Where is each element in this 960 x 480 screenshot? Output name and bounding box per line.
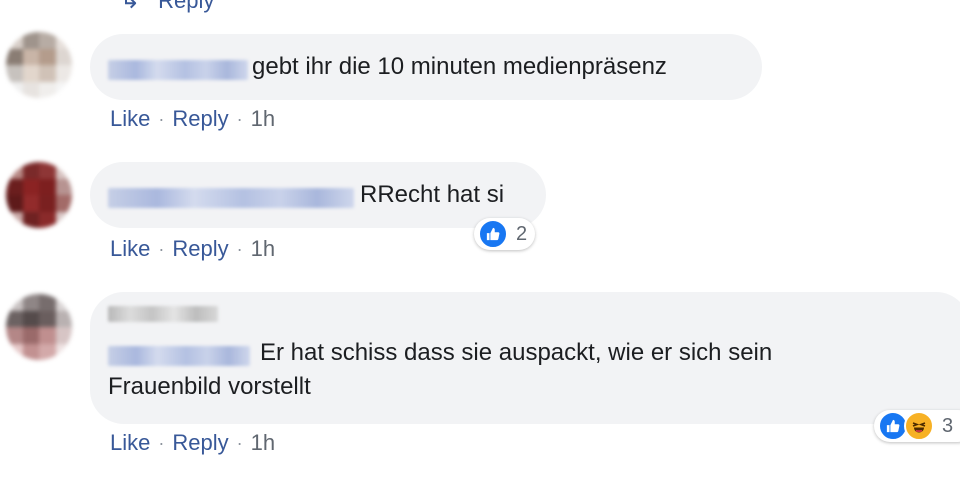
like-link[interactable]: Like — [110, 106, 150, 132]
author-meta-blurred — [108, 306, 218, 322]
separator-dot: · — [236, 432, 243, 453]
reply-link[interactable]: Reply — [172, 106, 228, 132]
timestamp[interactable]: 1h — [251, 430, 275, 456]
timestamp[interactable]: 1h — [251, 106, 275, 132]
reaction-count: 2 — [516, 222, 528, 245]
top-reply-label: Reply — [158, 0, 215, 13]
avatar[interactable] — [6, 162, 72, 228]
comment-text: RRecht hat si — [360, 181, 505, 208]
author-name-blurred[interactable] — [108, 59, 248, 80]
like-reaction-icon — [478, 219, 508, 249]
reaction-summary[interactable]: 2 — [474, 218, 536, 250]
comment-actions: Like · Reply · 1h — [110, 106, 275, 132]
comment-bubble: Er hat schiss dass sie auspackt, wie er … — [90, 292, 960, 424]
reaction-count: 3 — [942, 414, 954, 437]
comment-text: gebt ihr die 10 minuten medienpräsenz — [252, 53, 667, 80]
avatar[interactable] — [6, 32, 72, 98]
separator-dot: · — [236, 108, 243, 129]
comment-text-line-2: Frauenbild vorstellt — [108, 373, 311, 400]
separator-dot: · — [236, 238, 243, 259]
author-name-blurred[interactable] — [108, 187, 354, 208]
comment-text-line-1: Er hat schiss dass sie auspackt, wie er … — [260, 339, 773, 366]
separator-dot: · — [158, 432, 165, 453]
reply-link[interactable]: Reply — [172, 236, 228, 262]
separator-dot: · — [158, 108, 165, 129]
author-name-blurred[interactable] — [108, 345, 250, 366]
author-subline-blurred — [108, 306, 960, 326]
reaction-summary[interactable]: 3 — [874, 410, 960, 442]
comment-bubble: RRecht hat si — [90, 162, 546, 228]
avatar[interactable] — [6, 294, 72, 360]
comment-actions: Like · Reply · 1h — [110, 236, 275, 262]
timestamp[interactable]: 1h — [251, 236, 275, 262]
top-reply-link[interactable]: ↳ Reply — [120, 0, 214, 15]
haha-reaction-icon — [904, 411, 934, 441]
like-link[interactable]: Like — [110, 236, 150, 262]
separator-dot: · — [158, 238, 165, 259]
reply-arrow-icon: ↳ — [120, 0, 141, 14]
reply-link[interactable]: Reply — [172, 430, 228, 456]
like-link[interactable]: Like — [110, 430, 150, 456]
comment-bubble: gebt ihr die 10 minuten medienpräsenz — [90, 34, 762, 100]
comment-actions: Like · Reply · 1h — [110, 430, 275, 456]
